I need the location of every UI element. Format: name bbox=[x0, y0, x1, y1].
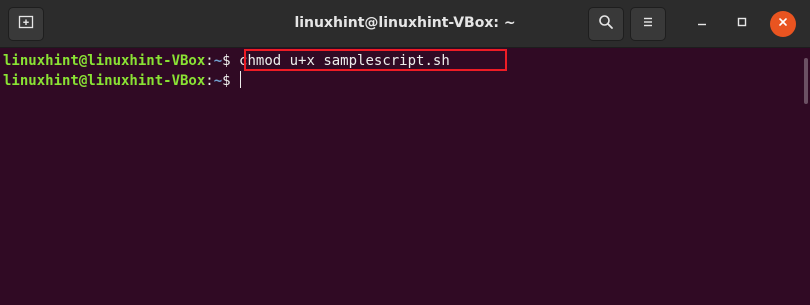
terminal-output[interactable]: linuxhint@linuxhint-VBox:~$ chmod u+x sa… bbox=[0, 48, 800, 305]
maximize-icon bbox=[736, 15, 748, 33]
minimize-icon bbox=[696, 15, 708, 33]
terminal-line: linuxhint@linuxhint-VBox:~$ chmod u+x sa… bbox=[3, 52, 450, 71]
scrollbar-thumb[interactable] bbox=[804, 58, 808, 104]
close-icon bbox=[777, 15, 789, 33]
scrollbar[interactable] bbox=[800, 48, 810, 305]
prompt-user-host: linuxhint@linuxhint-VBox bbox=[3, 73, 206, 89]
prompt-symbol: $ bbox=[222, 53, 240, 69]
header-bar: linuxhint@linuxhint-VBox: ~ bbox=[0, 0, 810, 48]
terminal-line: linuxhint@linuxhint-VBox:~$ bbox=[3, 71, 242, 90]
search-icon bbox=[598, 14, 614, 35]
terminal-window: linuxhint@linuxhint-VBox: ~ linuxhint@li… bbox=[0, 0, 810, 305]
new-tab-button[interactable] bbox=[8, 7, 44, 41]
command-text: chmod u+x samplescript.sh bbox=[239, 53, 450, 69]
search-button[interactable] bbox=[588, 7, 624, 41]
new-tab-icon bbox=[18, 14, 34, 35]
prompt-symbol: $ bbox=[222, 73, 240, 89]
prompt-path: ~ bbox=[213, 53, 223, 69]
menu-button[interactable] bbox=[630, 7, 666, 41]
prompt-colon: : bbox=[205, 73, 214, 89]
close-button[interactable] bbox=[770, 11, 796, 37]
minimize-button[interactable] bbox=[688, 10, 716, 38]
prompt-user-host: linuxhint@linuxhint-VBox bbox=[3, 53, 206, 69]
prompt-colon: : bbox=[205, 53, 214, 69]
prompt-path: ~ bbox=[213, 73, 223, 89]
hamburger-menu-icon bbox=[641, 15, 655, 34]
maximize-button[interactable] bbox=[728, 10, 756, 38]
text-cursor bbox=[240, 71, 242, 88]
